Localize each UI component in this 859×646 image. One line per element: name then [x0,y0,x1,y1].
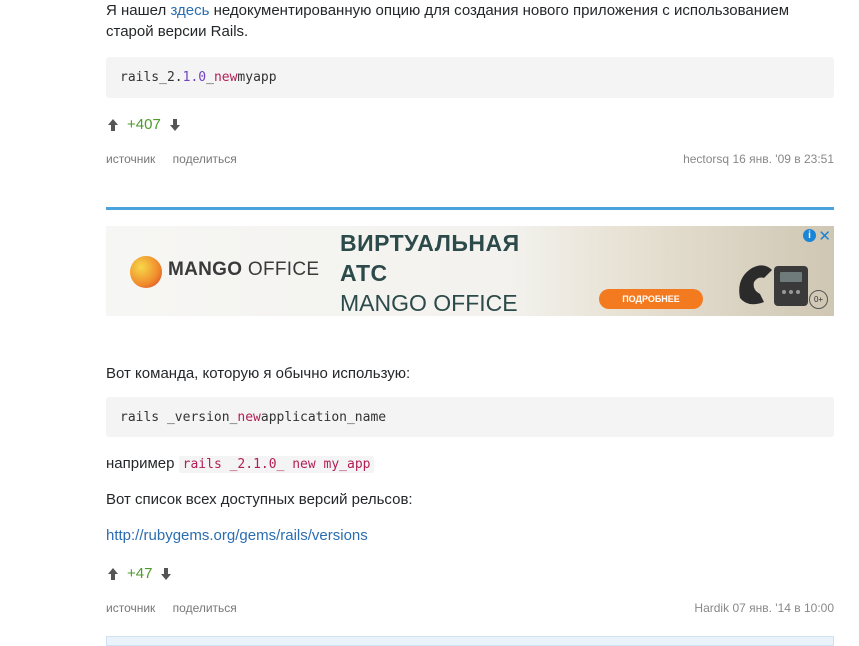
code-version-suffix: _ [206,70,214,85]
answer1-author-info: hectorsq 16 янв. '09 в 23:51 [683,152,834,166]
ad-headline: ВИРТУАЛЬНАЯ АТС MANGO OFFICE [340,228,520,316]
code-version-number: 1.0 [182,70,207,85]
ad-banner[interactable]: MANGO OFFICE ВИРТУАЛЬНАЯ АТС MANGO OFFIC… [106,226,834,316]
ad-cta-button[interactable]: ПОДРОБНЕЕ [599,289,703,309]
example-label: например [106,455,175,472]
age-rating-badge: 0+ [809,290,828,309]
close-icon[interactable]: ✕ [818,227,831,245]
rubygems-link[interactable]: http://rubygems.org/gems/rails/versions [106,527,368,544]
vote-count: +407 [127,116,161,133]
ad-brand: MANGO OFFICE [168,259,319,281]
upvote-arrow-icon[interactable] [106,566,120,582]
answer2-intro: Вот команда, которую я обычно использую: [106,365,411,382]
example-code: rails _2.1.0_ new my_app [178,456,375,473]
post-date: 07 янв. '14 в 10:00 [732,601,834,615]
code-command: rails [120,70,160,85]
answer2-meta: источник поделиться Hardik 07 янв. '14 в… [106,601,834,615]
answer2-author-info: Hardik 07 янв. '14 в 10:00 [694,601,834,615]
answer2-example: например rails _2.1.0_ new my_app [106,453,834,475]
answer2-list-text: Вот список всех доступных версий рельсов… [106,491,413,508]
info-icon[interactable]: i [803,229,816,242]
answer1-link[interactable]: здесь [170,2,209,19]
downvote-arrow-icon[interactable] [159,566,173,582]
code-argument: application_name [260,409,387,425]
vote-count: +47 [127,565,153,582]
post-date: 16 янв. '09 в 23:51 [732,152,834,166]
answer1-code-block: rails _2. 1.0 _ new myapp [106,57,834,98]
answer1-text-start: Я нашел [106,2,171,19]
answer1-votes: +407 [106,116,834,133]
answer2-code-block: rails _version_ new application_name [106,397,834,437]
answer2-votes: +47 [106,565,834,582]
ad-headline-3: MANGO OFFICE [340,290,518,316]
phone-icon [739,265,808,306]
answer1-meta: источник поделиться hectorsq 16 янв. '09… [106,152,834,166]
ad-headline-1: ВИРТУАЛЬНАЯ [340,230,520,256]
author-name[interactable]: hectorsq [683,152,729,166]
ad-brand-bold: MANGO [168,259,243,280]
author-name[interactable]: Hardik [694,601,729,615]
source-link[interactable]: источник [106,152,155,166]
downvote-arrow-icon[interactable] [168,117,182,133]
answer2-link-paragraph: http://rubygems.org/gems/rails/versions [106,525,834,546]
code-version-prefix: _2. [159,70,183,85]
upvote-arrow-icon[interactable] [106,117,120,133]
mango-logo-icon [130,256,162,288]
code-keyword: new [213,70,238,85]
share-link[interactable]: поделиться [173,601,237,615]
next-block-edge [106,636,834,646]
share-link[interactable]: поделиться [173,152,237,166]
source-link[interactable]: источник [106,601,155,615]
answer1-text-end: недокументированную опцию для создания н… [106,2,790,40]
code-keyword: new [237,409,261,425]
ad-brand-light: OFFICE [242,259,320,280]
answer1-text: Я нашел здесь недокументированную опцию … [106,0,834,42]
code-command: rails _version_ [120,409,238,425]
code-argument: myapp [237,70,277,85]
answer-divider [106,207,834,210]
ad-headline-2: АТС [340,260,388,286]
